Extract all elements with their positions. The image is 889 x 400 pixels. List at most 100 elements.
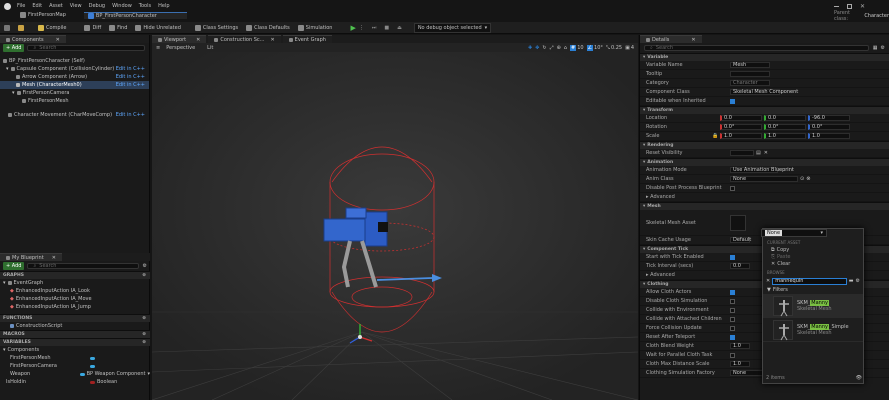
folder-icon[interactable]: ▬: [849, 278, 854, 284]
parallel-cloth-checkbox[interactable]: [730, 352, 735, 358]
clear-search-icon[interactable]: ✕: [766, 278, 770, 284]
reset-visibility-field[interactable]: [730, 150, 754, 156]
animation-mode-select[interactable]: Use Animation Blueprint: [730, 167, 794, 173]
prop-row[interactable]: ▸ Advanced: [640, 193, 889, 202]
scale-y-input[interactable]: 1.0: [764, 133, 806, 139]
cloth-max-distance-input[interactable]: 1.0: [730, 361, 750, 367]
event-item-jump[interactable]: ◆ EnhancedInputAction IA_Jump: [0, 303, 150, 311]
tab-event-graph[interactable]: Event Graph: [282, 35, 332, 43]
tab-my-blueprint[interactable]: My Blueprint ✕: [0, 253, 62, 261]
browse-icon[interactable]: ▤: [756, 150, 761, 156]
lock-icon[interactable]: 🔒: [712, 133, 720, 139]
tree-item-mesh[interactable]: Mesh (CharacterMesh0) Edit in C++: [0, 81, 149, 89]
add-macro-icon[interactable]: ⊕: [142, 332, 146, 337]
compile-button[interactable]: Compile: [38, 24, 66, 31]
simulation-button[interactable]: Simulation: [297, 24, 332, 31]
components-search-input[interactable]: ⌕ Search: [27, 45, 145, 51]
asset-item[interactable]: SKM_Manny_Simple Skeletal Mesh: [763, 318, 863, 342]
rotate-mode-icon[interactable]: ↻: [542, 45, 546, 51]
close-tab-icon[interactable]: ✕: [52, 255, 56, 261]
move-mode-icon[interactable]: ✥: [535, 45, 539, 51]
asset-item[interactable]: SKM_Manny Skeletal Mesh: [763, 294, 863, 318]
world-space-icon[interactable]: ⊕: [557, 45, 561, 51]
eject-button[interactable]: ⏏: [397, 25, 402, 31]
cloth-blend-input[interactable]: 1.0: [730, 343, 750, 349]
menu-asset[interactable]: Asset: [49, 3, 63, 9]
settings-icon[interactable]: ⚙: [856, 278, 860, 284]
location-y-input[interactable]: 0.0: [764, 115, 806, 121]
section-rendering[interactable]: ▾ Rendering: [640, 141, 889, 149]
section-animation[interactable]: ▾ Animation: [640, 158, 889, 166]
menu-debug[interactable]: Debug: [89, 3, 105, 9]
tick-enabled-checkbox[interactable]: [730, 254, 735, 260]
view-options-icon[interactable]: 👁: [856, 375, 862, 381]
category-select[interactable]: Character: [730, 80, 770, 86]
skeletal-mesh-combo[interactable]: None ▾: [761, 229, 827, 237]
edit-in-cpp-link[interactable]: Edit in C++: [116, 82, 145, 88]
viewport-menu-icon[interactable]: ≡: [156, 45, 160, 51]
tree-item-arrow[interactable]: Arrow Component (Arrow) Edit in C++: [0, 73, 149, 81]
details-search-input[interactable]: ⌕ Search: [644, 45, 869, 51]
hide-unrelated-button[interactable]: Hide Unrelated: [135, 24, 181, 31]
event-item-look[interactable]: ◆ EnhancedInputAction IA_Look: [0, 287, 150, 295]
macros-section-header[interactable]: MACROS ⊕: [0, 330, 150, 338]
menu-tools[interactable]: Tools: [139, 3, 151, 9]
maximize-icon[interactable]: [847, 3, 852, 9]
collide-env-checkbox[interactable]: [730, 307, 735, 313]
variable-row[interactable]: FirstPersonCamera: [0, 362, 150, 370]
components-category[interactable]: ▾ Components: [0, 346, 150, 354]
surface-snap-icon[interactable]: ⌂: [564, 45, 567, 51]
scale-snap-icon[interactable]: ⤡: [606, 45, 610, 51]
force-collision-checkbox[interactable]: [730, 325, 735, 331]
edit-in-cpp-link[interactable]: Edit in C++: [116, 74, 145, 80]
asset-search-input[interactable]: mannequin: [772, 277, 847, 285]
scale-mode-icon[interactable]: ⤢: [550, 45, 554, 51]
minimize-icon[interactable]: [834, 5, 839, 7]
copy-menu-item[interactable]: ⧉ Copy: [763, 246, 863, 253]
clear-icon[interactable]: ✕: [764, 150, 768, 156]
asset-tab[interactable]: BP_FirstPersonCharacter: [83, 11, 187, 19]
select-mode-icon[interactable]: ✚: [528, 45, 532, 51]
save-button[interactable]: [4, 24, 10, 31]
perspective-button[interactable]: Perspective: [166, 45, 195, 51]
rotation-z-input[interactable]: 0.0°: [808, 124, 850, 130]
variable-row[interactable]: Weapon BP Weapon Component ▾: [0, 370, 150, 378]
lit-button[interactable]: Lit: [207, 45, 213, 51]
edit-in-cpp-link[interactable]: Edit in C++: [116, 66, 145, 72]
viewport-panel[interactable]: Viewport ✕ Construction Sc... ✕ Event Grap…: [152, 35, 638, 400]
reset-teleport-checkbox[interactable]: [730, 334, 735, 340]
tree-item-movement[interactable]: Character Movement (CharMoveComp) Edit in…: [0, 111, 149, 119]
tooltip-input[interactable]: [730, 71, 770, 77]
menu-help[interactable]: Help: [158, 3, 169, 9]
close-tab-icon[interactable]: ✕: [270, 37, 274, 43]
section-mesh[interactable]: ▾ Mesh: [640, 202, 889, 210]
tab-construction-script[interactable]: Construction Sc... ✕: [208, 35, 281, 43]
event-item-move[interactable]: ◆ EnhancedInputAction IA_Move: [0, 295, 150, 303]
close-icon[interactable]: ✕: [860, 3, 865, 10]
camera-speed-value[interactable]: 4: [631, 45, 634, 51]
class-defaults-button[interactable]: Class Defaults: [246, 24, 290, 31]
allow-cloth-checkbox[interactable]: [730, 289, 735, 295]
step-button[interactable]: ⏭: [372, 25, 377, 31]
parent-class-value[interactable]: Character: [864, 13, 889, 19]
location-x-input[interactable]: 0.0: [720, 115, 762, 121]
add-variable-icon[interactable]: ⊕: [142, 340, 146, 345]
disable-postprocess-checkbox[interactable]: [730, 185, 735, 191]
clear-menu-item[interactable]: ✕ Clear: [763, 260, 863, 267]
project-tab[interactable]: FirstPersonMap: [20, 12, 66, 18]
rotation-snap-value[interactable]: 10°: [594, 45, 603, 51]
menu-view[interactable]: View: [70, 3, 82, 9]
editable-inherited-checkbox[interactable]: [730, 98, 735, 104]
close-tab-icon[interactable]: ✕: [56, 37, 60, 43]
variables-section-header[interactable]: VARIABLES ⊕: [0, 338, 150, 346]
close-tab-icon[interactable]: ✕: [196, 37, 200, 43]
close-tab-icon[interactable]: ✕: [691, 37, 695, 43]
section-transform[interactable]: ▾ Transform: [640, 106, 889, 114]
play-options-icon[interactable]: ⋮: [359, 25, 364, 31]
tab-details[interactable]: Details ✕: [640, 35, 702, 43]
menu-edit[interactable]: Edit: [32, 3, 42, 9]
diff-button[interactable]: Diff: [84, 24, 101, 31]
filters-button[interactable]: Filters: [773, 287, 788, 293]
stop-button[interactable]: ■: [384, 25, 389, 31]
scale-z-input[interactable]: 1.0: [808, 133, 850, 139]
